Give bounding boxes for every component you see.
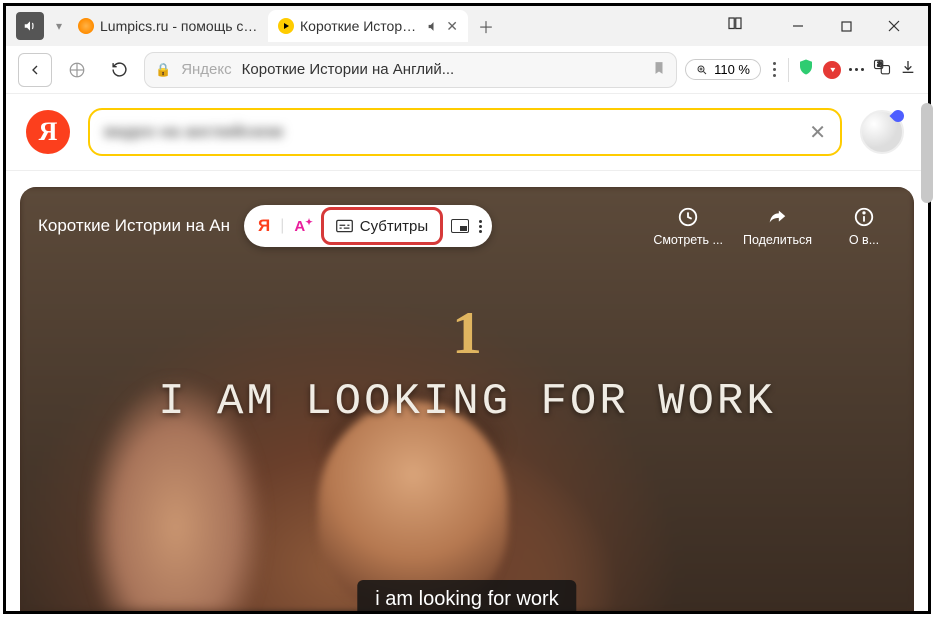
protect-shield-icon[interactable] xyxy=(797,58,815,81)
tab-label: Короткие Истории н xyxy=(300,18,421,34)
video-text-overlay: I AM LOOKING FOR WORK xyxy=(158,377,776,427)
yandex-search-row: Я видео на английском ✕ xyxy=(6,94,928,171)
favicon-lumpics xyxy=(78,18,94,34)
tab-sound-icon xyxy=(427,20,440,33)
yandex-y-icon[interactable]: Я xyxy=(258,216,270,236)
reading-list-icon[interactable] xyxy=(726,15,744,38)
minimize-button[interactable] xyxy=(780,10,816,42)
video-number-overlay: 1 xyxy=(452,299,482,368)
translate-toggle-icon[interactable]: A✦ xyxy=(294,217,312,235)
video-player[interactable]: Короткие Истории на Ан Я | A✦ Субтитры xyxy=(20,187,914,611)
window-titlebar: ▾ Lumpics.ru - помощь с ком Короткие Ист… xyxy=(6,6,928,46)
svg-text:あ: あ xyxy=(877,61,883,68)
tab-close-button[interactable]: ✕ xyxy=(446,18,458,35)
yandex-logo[interactable]: Я xyxy=(26,110,70,154)
tab-label: Lumpics.ru - помощь с ком xyxy=(100,18,258,34)
bookmark-icon[interactable] xyxy=(652,60,666,79)
reload-button[interactable] xyxy=(102,53,136,87)
action-label: Смотреть ... xyxy=(653,233,723,247)
zoom-value: 110 % xyxy=(714,62,750,77)
home-button[interactable] xyxy=(60,53,94,87)
more-menu-button[interactable] xyxy=(849,68,864,71)
video-toolbar-menu[interactable] xyxy=(479,220,482,233)
clear-search-button[interactable]: ✕ xyxy=(809,120,826,145)
user-avatar[interactable] xyxy=(860,110,904,154)
share-icon xyxy=(765,205,789,229)
watch-later-button[interactable]: Смотреть ... xyxy=(653,205,723,247)
yandex-video-toolbar: Я | A✦ Субтитры xyxy=(244,205,492,247)
tab-audio-indicator[interactable] xyxy=(16,12,44,40)
favicon-stories xyxy=(278,18,294,34)
translate-icon[interactable]: あ xyxy=(872,58,892,81)
site-menu-button[interactable] xyxy=(769,62,780,77)
tab-dropdown-chevron[interactable]: ▾ xyxy=(50,12,68,40)
video-topbar: Короткие Истории на Ан Я | A✦ Субтитры xyxy=(38,205,896,247)
tab-lumpics[interactable]: Lumpics.ru - помощь с ком xyxy=(68,10,268,42)
downloads-button[interactable] xyxy=(900,59,916,80)
video-title: Короткие Истории на Ан xyxy=(38,216,230,236)
lock-icon: 🔒 xyxy=(155,62,171,78)
subtitles-label: Субтитры xyxy=(360,218,428,235)
search-input[interactable]: видео на английском ✕ xyxy=(88,108,842,156)
address-field[interactable]: 🔒 Яндекс Короткие Истории на Англий... xyxy=(144,52,677,88)
back-button[interactable] xyxy=(18,53,52,87)
subtitles-icon xyxy=(336,219,353,233)
action-label: Поделиться xyxy=(743,233,812,247)
pip-icon[interactable] xyxy=(451,219,469,233)
search-query-text: видео на английском xyxy=(104,122,283,142)
about-button[interactable]: О в... xyxy=(832,205,896,247)
close-window-button[interactable] xyxy=(876,10,912,42)
page-scrollbar[interactable] xyxy=(921,103,933,203)
content-area: Короткие Истории на Ан Я | A✦ Субтитры xyxy=(6,171,928,611)
site-label: Яндекс xyxy=(181,61,231,78)
page-title: Короткие Истории на Англий... xyxy=(242,61,642,78)
url-bar: 🔒 Яндекс Короткие Истории на Англий... 1… xyxy=(6,46,928,94)
new-tab-button[interactable]: ＋ xyxy=(474,14,498,38)
subtitle-caption: i am looking for work xyxy=(357,580,576,611)
zoom-indicator[interactable]: 110 % xyxy=(685,59,761,80)
action-label: О в... xyxy=(849,233,879,247)
tab-stories[interactable]: Короткие Истории н ✕ xyxy=(268,10,468,42)
subtitles-button[interactable]: Субтитры xyxy=(321,207,443,245)
share-button[interactable]: Поделиться xyxy=(743,205,812,247)
info-icon xyxy=(853,205,875,229)
adblock-icon[interactable] xyxy=(823,61,841,79)
clock-icon xyxy=(677,205,699,229)
maximize-button[interactable] xyxy=(828,10,864,42)
